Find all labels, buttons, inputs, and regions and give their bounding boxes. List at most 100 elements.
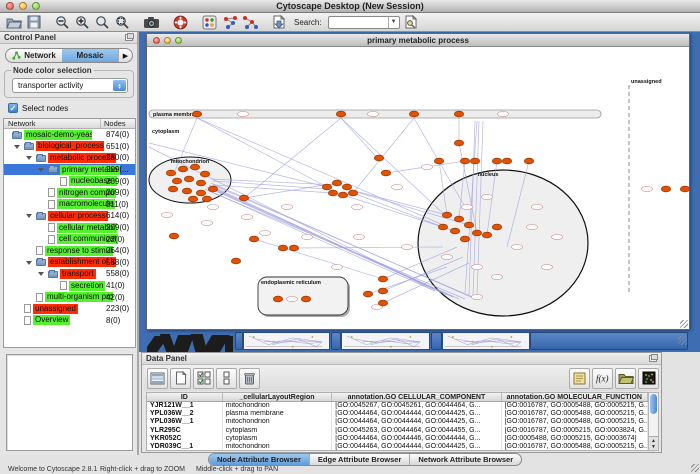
network-node	[202, 196, 211, 202]
unselect-attributes-button[interactable]	[216, 368, 237, 389]
network-node	[680, 186, 689, 192]
node-color-combobox[interactable]: transporter activity ▲▼	[12, 78, 128, 93]
tab-node-attribute-browser[interactable]: Node Attribute Browser	[209, 454, 310, 465]
tree-row-unassigned[interactable]: unassigned223(0)	[4, 303, 135, 315]
select-nodes-checkbox[interactable]: ✓	[8, 103, 18, 113]
minimize-button[interactable]	[19, 2, 27, 10]
data-panel-title: Data Panel	[146, 354, 187, 363]
column-header-id[interactable]: ID	[147, 393, 223, 401]
tree-row-metabolic-process[interactable]: metabolic process280(0)	[4, 152, 135, 164]
import-network-file-icon[interactable]	[221, 14, 238, 30]
help-icon[interactable]	[172, 14, 189, 30]
column-header-region[interactable]: _cellularLayoutRegion	[223, 393, 333, 401]
tree-row-count: 209(...	[106, 165, 129, 174]
scrollbar-thumb[interactable]	[650, 394, 657, 414]
network-window-titlebar[interactable]: primary metabolic process	[147, 34, 689, 47]
import-annotations-icon[interactable]	[270, 14, 287, 30]
tree-row-biological-process[interactable]: biological_process651(0)	[4, 141, 135, 153]
scroll-down-icon[interactable]: ▼	[651, 444, 656, 450]
vizmapper-icon[interactable]	[201, 14, 218, 30]
status-message: Welcome to Cytoscape 2.8.1	[8, 466, 97, 473]
attribute-table-button[interactable]	[147, 368, 168, 389]
attribute-table-row[interactable]: YPL036W__2plasma membrane[GO:0044464, GO…	[147, 410, 648, 418]
search-dropdown-icon[interactable]: ▼	[388, 17, 399, 28]
tree-row-overview[interactable]: Overview8(0)	[4, 315, 135, 327]
resize-grip-icon[interactable]	[680, 320, 688, 328]
tab-network[interactable]: Network	[6, 49, 62, 62]
expand-arrow-icon[interactable]	[26, 214, 32, 218]
tree-row-nucleobase-[interactable]: nucleobase-209(0)	[4, 175, 135, 187]
attribute-table[interactable]: ID _cellularLayoutRegion annotation.GO C…	[146, 392, 649, 451]
import-attributes-button[interactable]	[615, 368, 636, 389]
delete-attribute-button[interactable]	[239, 368, 260, 389]
close-button[interactable]	[6, 2, 14, 10]
tab-mosaic[interactable]: Mosaic	[62, 49, 118, 62]
expand-arrow-icon[interactable]	[26, 261, 32, 265]
select-nodes-label: Select nodes	[22, 104, 68, 113]
resize-grip-icon[interactable]	[678, 336, 687, 345]
open-session-icon[interactable]	[5, 14, 22, 30]
tree-row-cellular-process[interactable]: cellular process614(0)	[4, 210, 135, 222]
birdseye-view[interactable]	[6, 354, 133, 451]
network-canvas[interactable]: plasma membranecytoplasmmitochondrionnuc…	[147, 47, 689, 329]
maximize-icon[interactable]	[175, 37, 182, 44]
tree-row-mosaic-demo-yeast[interactable]: mosaic-demo-yeast874(0)	[4, 129, 135, 141]
tab-edge-attribute-browser[interactable]: Edge Attribute Browser	[310, 454, 410, 465]
close-icon[interactable]	[153, 37, 160, 44]
attribute-table-row[interactable]: YKR052Ccytoplasm[GO:0044464, GO:0044446,…	[147, 435, 648, 443]
tree-row-cell-communicat[interactable]: cell communicat22(0)	[4, 233, 135, 245]
expand-arrow-icon[interactable]	[14, 145, 20, 149]
expand-arrow-icon[interactable]	[26, 156, 32, 160]
float-panel-icon[interactable]	[649, 355, 657, 362]
attribute-matrix-button[interactable]	[638, 368, 659, 389]
tree-row-transport[interactable]: transport558(0)	[4, 268, 135, 280]
zoom-button[interactable]	[32, 2, 40, 10]
background-network-window[interactable]	[243, 332, 330, 350]
background-network-window[interactable]	[341, 332, 430, 350]
tree-row-nitrogen-compo[interactable]: nitrogen compo209(0)	[4, 187, 135, 199]
tab-network-label: Network	[24, 51, 56, 60]
tree-row-cellular-metabol[interactable]: cellular metabol209(0)	[4, 222, 135, 234]
column-header-molecular-function[interactable]: annotation.GO MOLECULAR_FUNCTION	[502, 393, 648, 401]
zoom-fit-icon[interactable]	[114, 14, 131, 30]
window-resize-grip-icon[interactable]	[691, 464, 699, 472]
column-header-cellular-component[interactable]: annotation.GO CELLULAR_COMPONENT	[332, 393, 501, 401]
minimize-icon[interactable]	[164, 37, 171, 44]
advanced-search-icon[interactable]	[403, 14, 420, 30]
formula-builder-button[interactable]: f(x)	[592, 368, 613, 389]
data-panel-toolbar: f(x)	[144, 365, 659, 391]
take-snapshot-icon[interactable]	[143, 14, 160, 30]
select-attributes-button[interactable]	[193, 368, 214, 389]
tree-row-count: 42(0)	[106, 293, 125, 302]
window-title: Cytoscape Desktop (New Session)	[0, 0, 700, 13]
import-network-web-icon[interactable]	[241, 14, 258, 30]
control-panel-tabs: Network Mosaic ▶	[5, 48, 133, 63]
search-input[interactable]: ▼	[328, 16, 400, 29]
attribute-table-row[interactable]: YPL036W__1mitochondrion[GO:0044464, GO:0…	[147, 418, 648, 426]
new-attribute-button[interactable]	[170, 368, 191, 389]
scrollbar-arrows[interactable]: ▲ ▼	[649, 436, 658, 450]
save-session-icon[interactable]	[25, 14, 42, 30]
attribute-table-row[interactable]: YDR039C__1mitochondrion[GO:0044464, GO:0…	[147, 443, 648, 451]
zoom-in-icon[interactable]	[74, 14, 91, 30]
table-scrollbar[interactable]: ▲ ▼	[648, 392, 659, 451]
expand-arrow-icon[interactable]	[38, 168, 44, 172]
tree-row-establishment-of-lo[interactable]: establishment of lo558(0)	[4, 257, 135, 269]
tree-row-label: Overview	[33, 315, 70, 325]
tab-network-attribute-browser[interactable]: Network Attribute Browser	[410, 454, 521, 465]
tree-row-multi-organism-pro[interactable]: multi-organism pro42(0)	[4, 291, 135, 303]
network-node	[249, 236, 258, 242]
tree-row-secretion[interactable]: secretion41(0)	[4, 280, 135, 292]
float-panel-icon[interactable]	[125, 34, 133, 41]
expand-arrow-icon[interactable]	[38, 272, 44, 276]
tree-row-primary-metabo[interactable]: primary metabo209(...	[4, 164, 135, 176]
tree-row-response-to-stimulu[interactable]: response to stimulu264(0)	[4, 245, 135, 257]
annotation-notes-button[interactable]	[569, 368, 590, 389]
background-network-window[interactable]	[442, 332, 530, 350]
tab-overflow-button[interactable]: ▶	[118, 49, 132, 62]
zoom-out-icon[interactable]	[54, 14, 71, 30]
attribute-table-row[interactable]: YLR295Ccytoplasm[GO:0045263, GO:0044464,…	[147, 427, 648, 435]
attribute-table-row[interactable]: YJR121W__1mitochondrion[GO:0045267, GO:0…	[147, 402, 648, 410]
zoom-selected-region-icon[interactable]	[94, 14, 111, 30]
tree-row-macromolecule[interactable]: macromolecule311(0)	[4, 199, 135, 211]
